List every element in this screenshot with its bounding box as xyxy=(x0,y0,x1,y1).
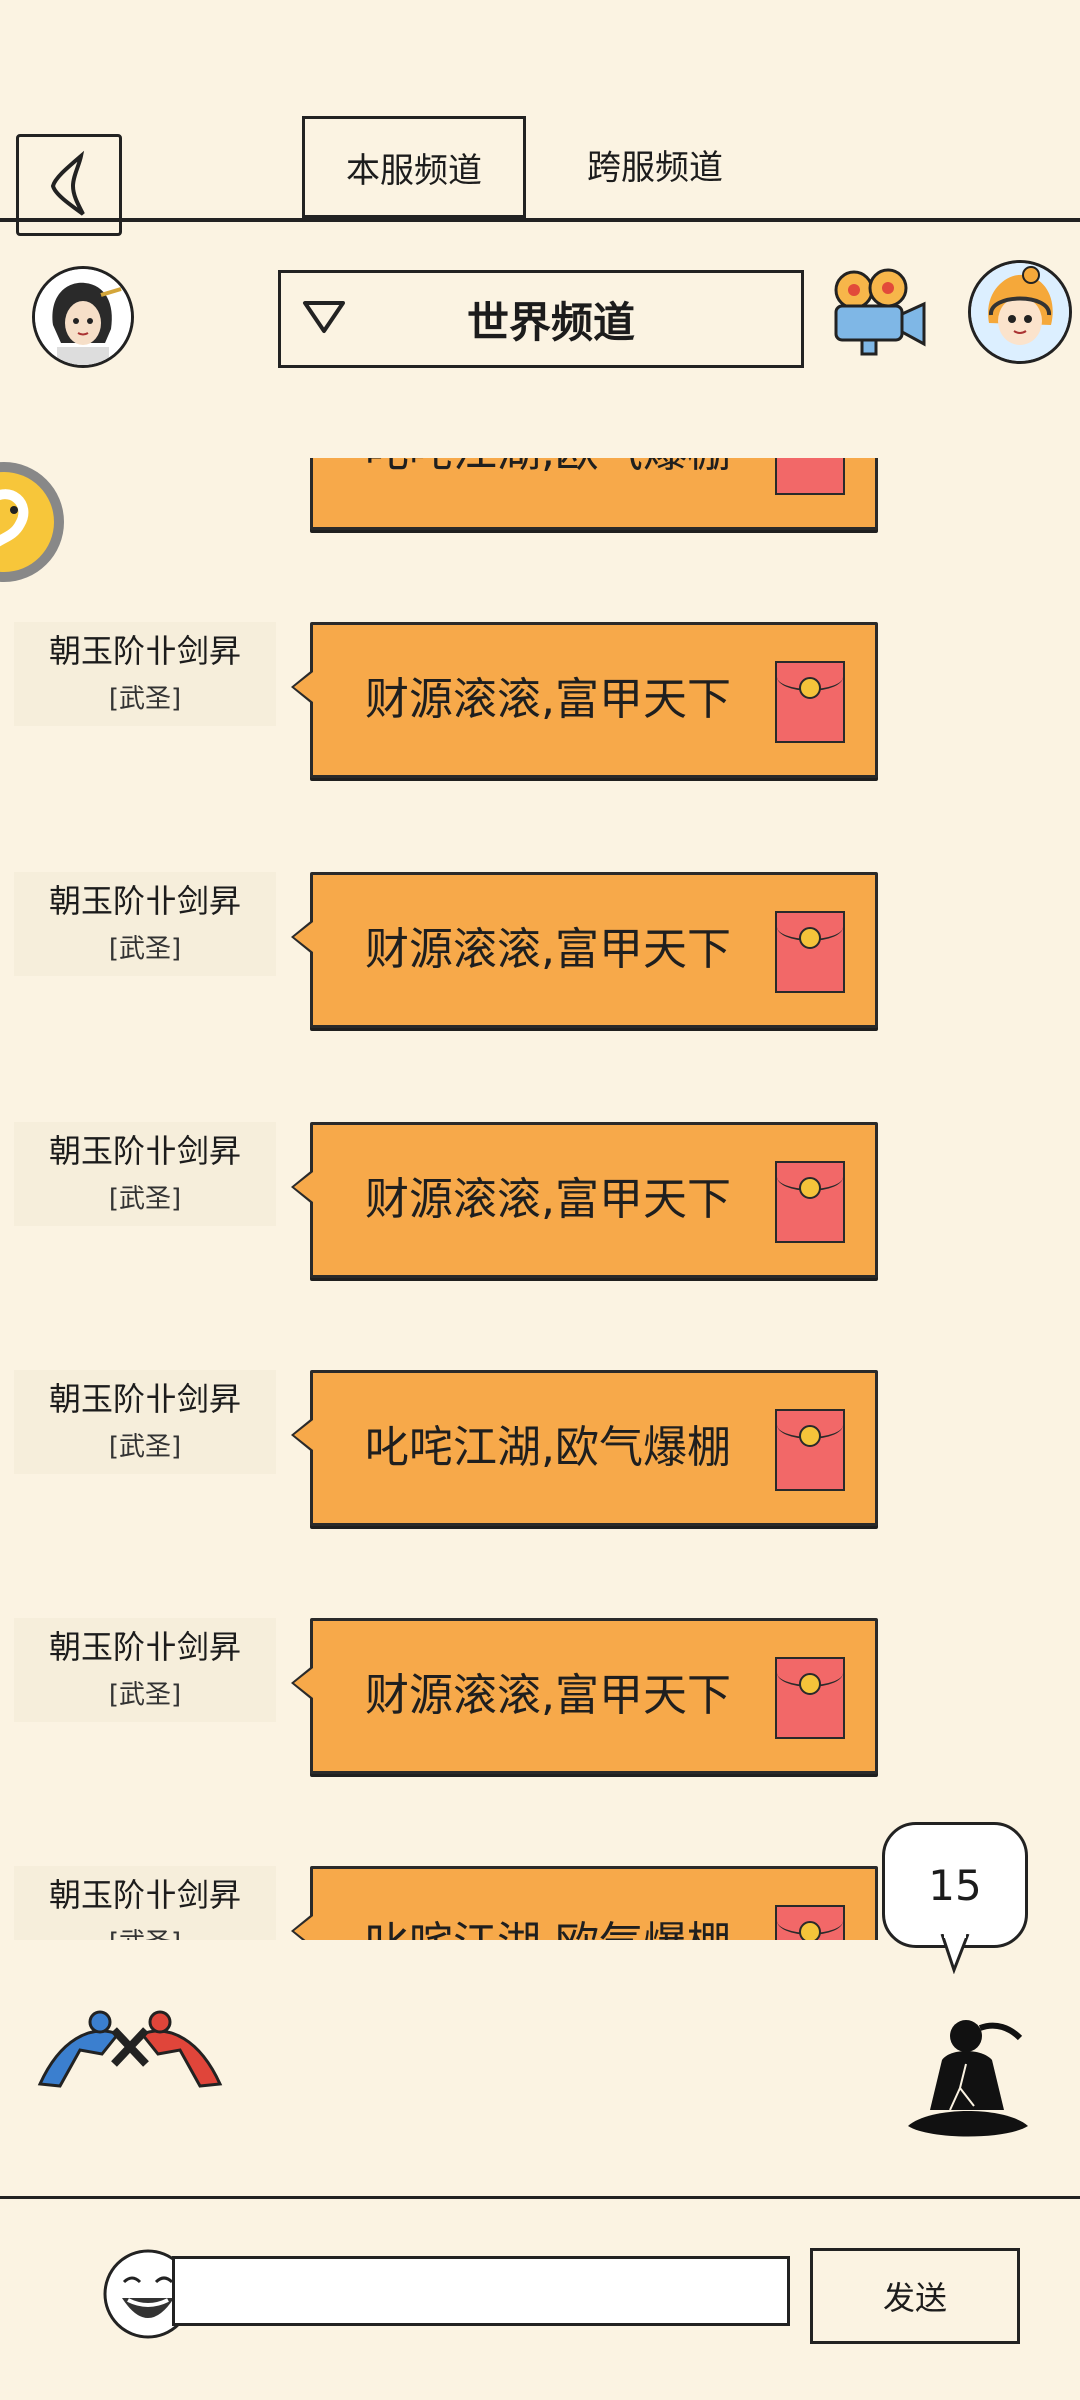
unread-count-badge[interactable]: 15 xyxy=(882,1822,1028,1948)
meditating-figure-icon[interactable] xyxy=(900,2014,1036,2144)
chat-message: 朝玉阶卝剑昇 [武圣] 财源滚滚,富甲天下 xyxy=(0,872,1080,1032)
pk-fighters-icon[interactable] xyxy=(30,2000,230,2096)
video-camera-icon[interactable] xyxy=(826,266,930,356)
message-bubble[interactable]: 叱咤江湖,欧气爆棚 xyxy=(291,1370,878,1526)
chat-message: 朝玉阶卝剑昇 [武圣] 叱咤江湖,欧气爆棚 xyxy=(0,1370,1080,1530)
message-text: 财源滚滚,富甲天下 xyxy=(365,1670,731,1721)
tab-label: 本服频道 xyxy=(346,150,482,191)
bottom-divider xyxy=(0,2196,1080,2199)
message-text: 叱咤江湖,欧气爆棚 xyxy=(365,458,731,527)
top-divider xyxy=(0,218,1080,222)
message-text: 财源滚滚,富甲天下 xyxy=(365,1174,731,1225)
red-envelope-icon[interactable] xyxy=(775,458,845,495)
sender-name: 朝玉阶卝剑昇 xyxy=(48,632,241,670)
back-chevron-icon xyxy=(50,150,85,216)
channel-label: 世界频道 xyxy=(466,297,635,347)
message-text: 叱咤江湖,欧气爆棚 xyxy=(365,1869,731,1940)
sender-name: 朝玉阶卝剑昇 xyxy=(48,1876,241,1914)
sender-info[interactable]: 朝玉阶卝剑昇 [武圣] xyxy=(14,1866,276,1940)
channel-select[interactable]: 世界频道 xyxy=(278,270,804,368)
sender-info[interactable]: 朝玉阶卝剑昇 [武圣] xyxy=(14,622,276,726)
sender-info[interactable]: 朝玉阶卝剑昇 [武圣] xyxy=(14,1370,276,1474)
sender-name: 朝玉阶卝剑昇 xyxy=(48,1380,241,1418)
message-bubble[interactable]: 财源滚滚,富甲天下 xyxy=(291,1122,878,1278)
tab-label: 跨服频道 xyxy=(587,147,723,188)
sender-name: 朝玉阶卝剑昇 xyxy=(48,1132,241,1170)
message-input[interactable] xyxy=(172,2256,790,2326)
send-button[interactable]: 发送 xyxy=(810,2248,1020,2344)
chevron-down-icon xyxy=(301,297,371,341)
player-avatar-icon[interactable] xyxy=(32,266,134,368)
message-bubble[interactable]: 叱咤江湖,欧气爆棚 xyxy=(291,1866,878,1940)
red-envelope-icon[interactable] xyxy=(775,661,845,743)
chat-message: 朝玉阶卝剑昇 [武圣] 财源滚滚,富甲天下 xyxy=(0,1618,1080,1778)
customer-service-avatar-icon[interactable] xyxy=(968,260,1072,364)
sender-name: 朝玉阶卝剑昇 xyxy=(48,1628,241,1666)
red-envelope-icon[interactable] xyxy=(775,1905,845,1940)
message-text: 财源滚滚,富甲天下 xyxy=(365,674,731,725)
sender-title: [武圣] xyxy=(108,1432,182,1462)
chat-message-list[interactable]: 叱咤江湖,欧气爆棚 朝玉阶卝剑昇 [武圣] 财源滚滚,富甲天下 朝玉阶卝剑昇 [… xyxy=(0,458,1080,1940)
red-envelope-icon[interactable] xyxy=(775,1161,845,1243)
message-text: 叱咤江湖,欧气爆棚 xyxy=(365,1422,731,1473)
sender-title: [武圣] xyxy=(108,1184,182,1214)
unread-count: 15 xyxy=(928,1860,982,1910)
sender-title: [武圣] xyxy=(108,684,182,714)
chat-message: 朝玉阶卝剑昇 [武圣] 财源滚滚,富甲天下 xyxy=(0,1122,1080,1282)
sender-title: [武圣] xyxy=(108,934,182,964)
sender-title: [武圣] xyxy=(108,1680,182,1710)
message-bubble[interactable]: 财源滚滚,富甲天下 xyxy=(291,872,878,1028)
sender-info[interactable]: 朝玉阶卝剑昇 [武圣] xyxy=(14,1122,276,1226)
message-text: 财源滚滚,富甲天下 xyxy=(365,924,731,975)
badge-tail xyxy=(940,1934,970,1974)
send-label: 发送 xyxy=(882,2279,947,2317)
tab-cross-server[interactable]: 跨服频道 xyxy=(560,116,750,212)
message-bubble[interactable]: 财源滚滚,富甲天下 xyxy=(291,1618,878,1774)
red-envelope-icon[interactable] xyxy=(775,1409,845,1491)
sender-title: [武圣] xyxy=(14,1922,276,1940)
sender-name: 朝玉阶卝剑昇 xyxy=(48,882,241,920)
message-bubble[interactable]: 叱咤江湖,欧气爆棚 xyxy=(310,458,878,530)
tab-local-server[interactable]: 本服频道 xyxy=(302,116,526,218)
sender-info[interactable]: 朝玉阶卝剑昇 [武圣] xyxy=(14,1618,276,1722)
red-envelope-icon[interactable] xyxy=(775,1657,845,1739)
chat-message: 叱咤江湖,欧气爆棚 xyxy=(0,458,1080,534)
chat-message: 朝玉阶卝剑昇 [武圣] 财源滚滚,富甲天下 xyxy=(0,622,1080,782)
message-bubble[interactable]: 财源滚滚,富甲天下 xyxy=(291,622,878,778)
red-envelope-icon[interactable] xyxy=(775,911,845,993)
sender-info[interactable]: 朝玉阶卝剑昇 [武圣] xyxy=(14,872,276,976)
